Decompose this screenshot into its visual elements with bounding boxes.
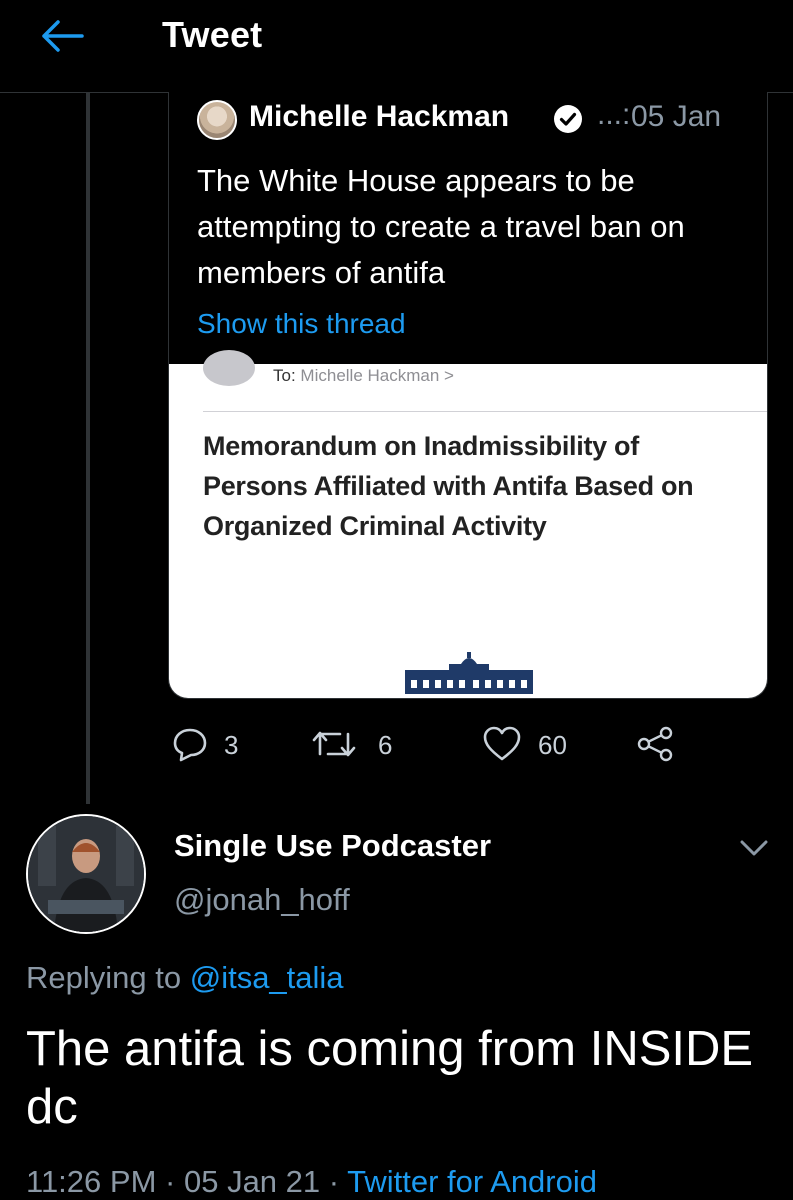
reply-button[interactable]: 3 xyxy=(172,722,262,766)
memo-sender-avatar xyxy=(203,350,255,386)
share-icon xyxy=(637,726,673,762)
memo-chevron: > xyxy=(444,366,454,385)
meta-separator: · xyxy=(165,1164,176,1199)
memo-title: Memorandum on Inadmissibility of Persons… xyxy=(203,431,694,541)
memo-recipient-line: To: Michelle Hackman > xyxy=(273,366,454,386)
meta-separator: · xyxy=(328,1164,340,1199)
tweet-date: 05 Jan 21 xyxy=(183,1164,321,1199)
memo-divider xyxy=(203,411,767,412)
show-thread-link[interactable]: Show this thread xyxy=(197,308,406,340)
verified-badge-icon xyxy=(554,105,582,133)
share-button[interactable] xyxy=(636,722,678,766)
arrow-left-icon xyxy=(42,20,84,52)
reply-icon xyxy=(173,728,207,762)
tweet-source-link[interactable]: Twitter for Android xyxy=(347,1164,597,1199)
memo-to-label: To: xyxy=(273,366,296,385)
heart-icon xyxy=(483,726,521,761)
thread-connector-line xyxy=(86,92,90,804)
replying-to-line: Replying to @itsa_talia xyxy=(26,960,344,996)
quoted-tweet-card[interactable]: Michelle Hackman ...: 05 Jan The White H… xyxy=(168,92,768,699)
like-button[interactable]: 60 xyxy=(482,722,592,766)
back-button[interactable] xyxy=(38,16,86,56)
tweet-text: The antifa is coming from INSIDE dc xyxy=(26,1022,754,1134)
quoted-tweet-date: 05 Jan xyxy=(631,100,722,133)
retweet-icon xyxy=(312,731,356,757)
like-count: 60 xyxy=(538,730,567,760)
replying-to-handle-link[interactable]: @itsa_talia xyxy=(190,960,344,995)
quoted-author-name[interactable]: Michelle Hackman xyxy=(249,100,509,134)
memo-to-name: Michelle Hackman xyxy=(300,366,440,385)
tweet-metadata: 11:26 PM · 05 Jan 21 · Twitter for Andro… xyxy=(26,1164,597,1200)
author-handle[interactable]: @jonah_hoff xyxy=(174,882,350,918)
reply-count: 3 xyxy=(224,730,239,760)
white-house-logo-icon xyxy=(405,652,533,694)
page-title: Tweet xyxy=(162,14,263,55)
quoted-author-avatar[interactable] xyxy=(197,100,237,140)
top-bar: Tweet xyxy=(0,0,793,93)
author-name[interactable]: Single Use Podcaster xyxy=(174,828,491,864)
author-photo xyxy=(28,816,144,932)
quoted-tweet-header: Michelle Hackman ...: 05 Jan The White H… xyxy=(169,92,767,364)
retweet-count: 6 xyxy=(378,730,393,760)
attached-memo-image[interactable]: To: Michelle Hackman > Memorandum on Ina… xyxy=(169,350,767,698)
quoted-tweet-text: The White House appears to be attempting… xyxy=(197,163,685,290)
tweet-time: 11:26 PM xyxy=(26,1164,157,1199)
retweet-button[interactable]: 6 xyxy=(312,722,412,766)
chevron-down-icon[interactable] xyxy=(738,836,770,860)
truncation-dots: ...: xyxy=(597,98,631,131)
replying-to-label: Replying to xyxy=(26,960,182,995)
author-avatar[interactable] xyxy=(26,814,146,934)
